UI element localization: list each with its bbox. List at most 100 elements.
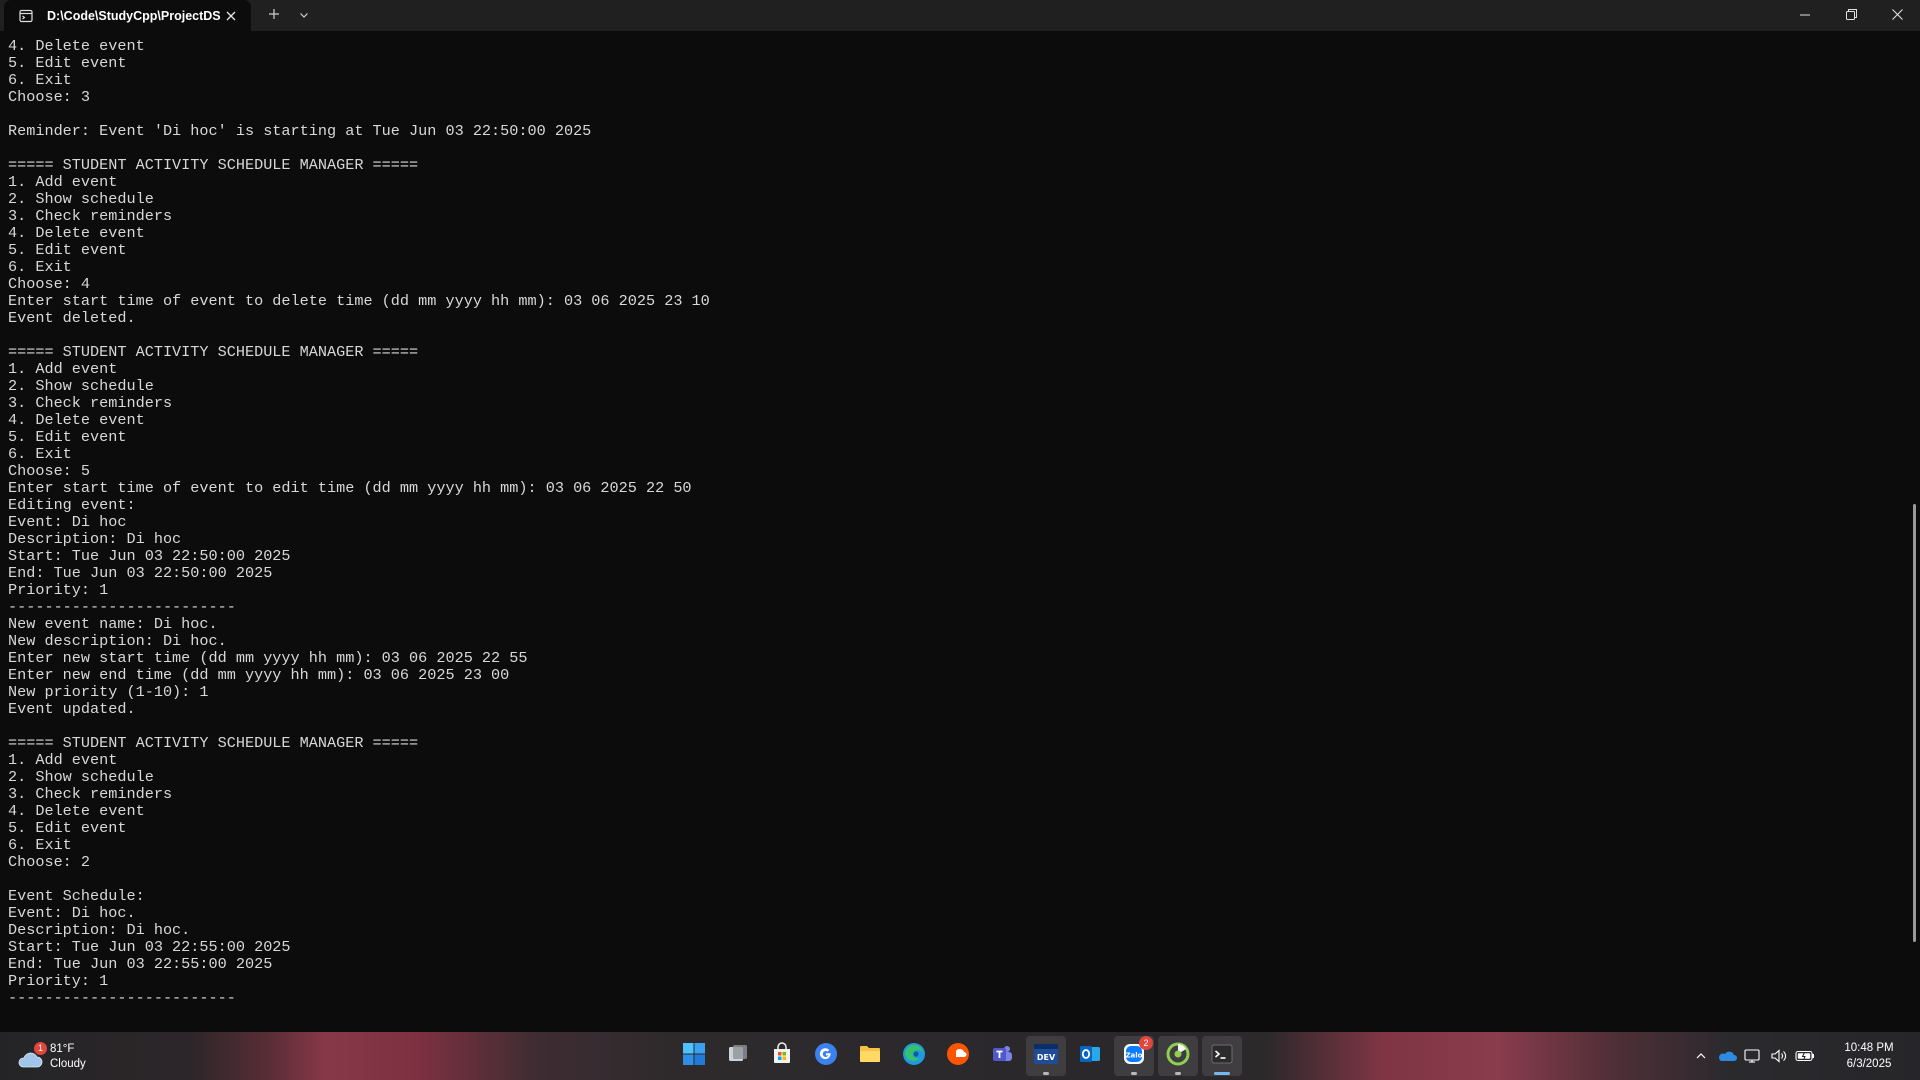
battery-icon[interactable]: [1793, 1044, 1817, 1068]
terminal-line: Choose: 3: [8, 88, 91, 106]
weather-widget[interactable]: 1 81°F Cloudy: [16, 1040, 86, 1074]
terminal-line: ===== STUDENT ACTIVITY SCHEDULE MANAGER …: [8, 156, 419, 174]
terminal-line: 5. Edit event: [8, 819, 127, 837]
terminal-line: 3. Check reminders: [8, 394, 173, 412]
new-tab-button[interactable]: [259, 0, 289, 31]
terminal-line: End: Tue Jun 03 22:50:00 2025: [8, 564, 273, 582]
terminal-line: Choose: 2: [8, 853, 91, 871]
folder-icon: [858, 1042, 882, 1071]
google-icon: [814, 1042, 838, 1071]
close-window-icon: [1891, 7, 1903, 25]
terminal-line: New description: Di hoc.: [8, 632, 227, 650]
terminal-line: 4. Delete event: [8, 411, 145, 429]
terminal-line: Event: Di hoc.: [8, 904, 136, 922]
minimize-icon: [1800, 7, 1810, 25]
terminal-line: ===== STUDENT ACTIVITY SCHEDULE MANAGER …: [8, 343, 419, 361]
outlook-button[interactable]: [1070, 1036, 1110, 1076]
terminal-line: Event Schedule:: [8, 887, 145, 905]
terminal-line: Start: Tue Jun 03 22:55:00 2025: [8, 938, 291, 956]
terminal-line: Event: Di hoc: [8, 513, 127, 531]
onedrive-icon[interactable]: [1715, 1044, 1739, 1068]
file-explorer-button[interactable]: [850, 1036, 890, 1076]
terminal-line: 1. Add event: [8, 360, 118, 378]
terminal-line: 4. Delete event: [8, 224, 145, 242]
taskbar: 1 81°F Cloudy DEV Zalo 2 10:48 PM 6/3/20…: [0, 1032, 1920, 1080]
system-clock[interactable]: 10:48 PM 6/3/2025: [1824, 1040, 1914, 1072]
weather-temp: 81°F: [50, 1043, 75, 1055]
terminal-icon: [1210, 1042, 1234, 1071]
terminal-line: Start: Tue Jun 03 22:50:00 2025: [8, 547, 291, 565]
window-controls: [1782, 0, 1920, 31]
chevron-up-icon[interactable]: [1689, 1044, 1713, 1068]
scrollbar[interactable]: [1904, 31, 1920, 1032]
tab-dropdown-button[interactable]: [289, 0, 319, 31]
windows-logo-icon: [682, 1042, 706, 1071]
taskbar-apps: DEV Zalo 2: [674, 1036, 1246, 1076]
terminal-output[interactable]: 4. Delete event 5. Edit event 6. Exit Choos…: [0, 31, 1904, 1032]
terminal-line: 2. Show schedule: [8, 768, 154, 786]
terminal-line: Description: Di hoc.: [8, 921, 191, 939]
terminal-line: 6. Exit: [8, 836, 72, 854]
terminal-line: Reminder: Event 'Di hoc' is starting at …: [8, 122, 592, 140]
terminal-line: Event updated.: [8, 700, 136, 718]
plus-icon: [268, 7, 280, 25]
terminal-tab[interactable]: D:\Code\StudyCpp\ProjectDS: [4, 0, 251, 31]
weather-condition: Cloudy: [50, 1058, 86, 1070]
green-app-button[interactable]: [1158, 1036, 1198, 1076]
tab-title: D:\Code\StudyCpp\ProjectDS: [47, 8, 221, 23]
terminal-line: 4. Delete event: [8, 37, 145, 55]
terminal-line: 1. Add event: [8, 751, 118, 769]
devcpp-icon: DEV: [1033, 1042, 1059, 1071]
scrollbar-thumb[interactable]: [1913, 504, 1916, 942]
store-icon: [770, 1041, 794, 1071]
active-indicator: [1214, 1072, 1230, 1075]
weather-badge: 1: [34, 1042, 47, 1055]
terminal-line: 1. Add event: [8, 173, 118, 191]
soundcloud-button[interactable]: [938, 1036, 978, 1076]
cloud-icon: 1: [16, 1042, 47, 1070]
outlook-icon: [1078, 1042, 1102, 1071]
teams-button[interactable]: [982, 1036, 1022, 1076]
terminal-line: Description: Di hoc: [8, 530, 182, 548]
green-app-icon: [1166, 1042, 1190, 1071]
restore-button[interactable]: [1828, 0, 1874, 31]
terminal-button[interactable]: [1202, 1036, 1242, 1076]
edge-button[interactable]: [894, 1036, 934, 1076]
terminal-line: 2. Show schedule: [8, 377, 154, 395]
microsoft-store-button[interactable]: [762, 1036, 802, 1076]
terminal-line: Enter new end time (dd mm yyyy hh mm): 0…: [8, 666, 510, 684]
terminal-line: Enter new start time (dd mm yyyy hh mm):…: [8, 649, 528, 667]
close-icon[interactable]: [221, 6, 241, 26]
svg-text:Zalo: Zalo: [1125, 1051, 1142, 1059]
close-window-button[interactable]: [1874, 0, 1920, 31]
network-icon[interactable]: [1741, 1044, 1765, 1068]
volume-icon[interactable]: [1767, 1044, 1791, 1068]
terminal-line: New priority (1-10): 1: [8, 683, 209, 701]
minimize-button[interactable]: [1782, 0, 1828, 31]
terminal-line: 5. Edit event: [8, 241, 127, 259]
start-button[interactable]: [674, 1036, 714, 1076]
devcpp-button[interactable]: DEV: [1026, 1036, 1066, 1076]
terminal-line: -------------------------: [8, 989, 236, 1007]
task-view-button[interactable]: [718, 1036, 758, 1076]
weather-text: 81°F Cloudy: [50, 1042, 86, 1072]
terminal-line: 3. Check reminders: [8, 207, 173, 225]
terminal-line: Choose: 4: [8, 275, 91, 293]
zalo-badge: 2: [1139, 1036, 1153, 1050]
edge-icon: [902, 1042, 926, 1071]
terminal-line: 6. Exit: [8, 258, 72, 276]
terminal-line: 5. Edit event: [8, 428, 127, 446]
terminal-line: 4. Delete event: [8, 802, 145, 820]
google-button[interactable]: [806, 1036, 846, 1076]
terminal-line: Enter start time of event to delete time…: [8, 292, 710, 310]
terminal-line: New event name: Di hoc.: [8, 615, 218, 633]
terminal-line: 5. Edit event: [8, 54, 127, 72]
zalo-button[interactable]: Zalo 2: [1114, 1036, 1154, 1076]
system-tray: 10:48 PM 6/3/2025: [1688, 1032, 1920, 1080]
terminal-line: End: Tue Jun 03 22:55:00 2025: [8, 955, 273, 973]
terminal-line: Editing event:: [8, 496, 136, 514]
